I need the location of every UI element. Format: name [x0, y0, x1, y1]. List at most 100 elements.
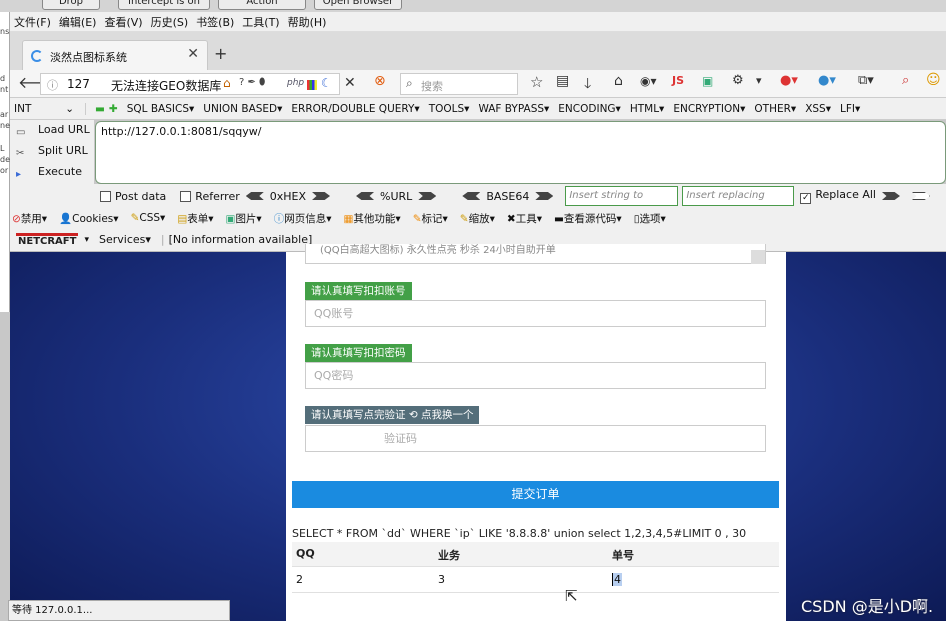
- submit-order-button[interactable]: 提交订单: [292, 481, 779, 508]
- captcha-input[interactable]: 验证码: [305, 425, 766, 452]
- plus-icon[interactable]: ✚: [109, 103, 118, 115]
- addon-stop-icon[interactable]: ⊗: [374, 73, 386, 89]
- info-label: 网页信息▾: [284, 212, 332, 225]
- minus-icon[interactable]: ▬: [95, 103, 105, 115]
- browser-tab[interactable]: 淡然点图标系统 ✕: [22, 40, 208, 70]
- menu-tools[interactable]: 工具(T): [238, 14, 283, 30]
- tools-icon: ✖: [506, 212, 516, 225]
- screenshot-icon[interactable]: ⧉▾: [858, 73, 874, 88]
- menu-other[interactable]: OTHER▾: [754, 103, 796, 115]
- menu-view[interactable]: 查看(V): [100, 14, 146, 30]
- tools-menu[interactable]: ✖工具▾: [507, 211, 548, 226]
- hackbar-url-textarea[interactable]: http://127.0.0.1:8081/sqqyw/: [95, 121, 946, 184]
- menu-union-based[interactable]: UNION BASED▾: [203, 103, 282, 115]
- replace-arrow-2-icon[interactable]: [911, 192, 930, 200]
- netcraft-logo[interactable]: NETCRAFT: [16, 232, 79, 247]
- open-browser-button[interactable]: Open Browser: [314, 0, 402, 10]
- replace-all-checkbox[interactable]: ✓ Replace All: [800, 188, 876, 204]
- hex-encode-arrow-icon[interactable]: [312, 192, 331, 200]
- menu-xss[interactable]: XSS▾: [805, 103, 831, 115]
- disable-menu[interactable]: ⊘禁用▾: [12, 211, 53, 226]
- split-url-button[interactable]: ✂ Split URL: [16, 144, 88, 160]
- action-button[interactable]: Action: [218, 0, 306, 10]
- header-order-number: 单号: [612, 549, 634, 562]
- resize-menu[interactable]: ✎缩放▾: [460, 211, 501, 226]
- menu-tools-hb[interactable]: TOOLS▾: [429, 103, 470, 115]
- addon-globe-icon[interactable]: ◉▾: [640, 74, 657, 88]
- load-url-button[interactable]: ▭ Load URL: [16, 123, 90, 139]
- hex-label: 0xHEX: [269, 189, 307, 203]
- outline-menu[interactable]: ✎标记▾: [413, 211, 454, 226]
- qq-input[interactable]: QQ账号: [305, 300, 766, 327]
- download-icon[interactable]: 🡓: [584, 73, 591, 97]
- menu-encoding[interactable]: ENCODING▾: [558, 103, 621, 115]
- bookmark-star-icon[interactable]: ☆: [530, 73, 543, 91]
- menu-error-double-query[interactable]: ERROR/DOUBLE QUERY▾: [291, 103, 419, 115]
- menu-html[interactable]: HTML▾: [630, 103, 665, 115]
- result-table-header: QQ 业务 单号: [292, 542, 779, 567]
- zoom-icon[interactable]: ⌕: [902, 73, 909, 88]
- menu-bar: 文件(F) 编辑(E) 查看(V) 历史(S) 书签(B) 工具(T) 帮助(H…: [10, 12, 946, 32]
- menu-sql-basics[interactable]: SQL BASICS▾: [127, 103, 195, 115]
- gear-icon[interactable]: ⚙: [732, 73, 744, 88]
- search-input[interactable]: ⌕ 搜索: [400, 73, 518, 95]
- password-input[interactable]: QQ密码: [305, 362, 766, 389]
- stop-icon[interactable]: ✕: [344, 75, 356, 91]
- image-addon-icon[interactable]: ▣: [702, 74, 713, 88]
- menu-edit[interactable]: 编辑(E): [55, 14, 101, 30]
- face-icon[interactable]: ☺: [926, 72, 941, 88]
- cookies-menu[interactable]: 👤Cookies▾: [59, 212, 124, 225]
- base64-encode-arrow-icon[interactable]: [535, 192, 554, 200]
- drop-button[interactable]: Drop: [42, 0, 100, 10]
- load-url-icon: ▭: [16, 127, 26, 138]
- css-menu[interactable]: ✎CSS▾: [131, 212, 172, 224]
- replacing-string-input[interactable]: Insert replacing string: [682, 186, 795, 219]
- execute-button[interactable]: ▸ Execute: [16, 165, 82, 181]
- service-select[interactable]: (QQ白高超大图标) 永久性点亮 秒杀 24小时自助开单: [305, 244, 766, 264]
- post-data-checkbox[interactable]: Post data: [100, 190, 166, 203]
- close-tab-icon[interactable]: ✕: [187, 46, 199, 62]
- type-select-value: INT: [14, 102, 32, 115]
- hackbar-options: Post data Referrer 0xHEX %URL BASE64 Ins…: [10, 184, 946, 219]
- menu-lfi[interactable]: LFI▾: [840, 103, 860, 115]
- search-placeholder: 搜索: [421, 80, 443, 93]
- misc-menu[interactable]: ▦其他功能▾: [344, 211, 407, 226]
- misc-icon: ▦: [343, 212, 354, 225]
- divider: |: [160, 233, 165, 246]
- new-tab-icon[interactable]: +: [214, 44, 227, 63]
- view-source-menu[interactable]: ▬查看源代码▾: [554, 211, 628, 226]
- reader-icon[interactable]: ▤: [556, 73, 569, 89]
- services-menu[interactable]: Services▾: [99, 233, 151, 246]
- menu-file[interactable]: 文件(F): [10, 14, 55, 30]
- menu-bookmarks[interactable]: 书签(B): [192, 14, 238, 30]
- menu-encryption[interactable]: ENCRYPTION▾: [673, 103, 745, 115]
- address-bar[interactable]: ⓘ 127 无法连接GEO数据库 ⌂ ? ✒ ⬮ php ☾: [40, 73, 340, 95]
- captcha-label[interactable]: 请认真填写点完验证 ⟲ 点我换一个: [305, 406, 480, 424]
- insert-string-input[interactable]: Insert string to replace: [565, 186, 679, 219]
- images-menu[interactable]: ▣图片▾: [226, 211, 268, 226]
- replace-arrow-icon[interactable]: [881, 192, 900, 200]
- home-button-icon[interactable]: ⌂: [614, 73, 623, 89]
- chevron-down-icon[interactable]: ▾: [84, 235, 89, 245]
- url-decode-arrow-icon[interactable]: [356, 192, 375, 200]
- menu-history[interactable]: 历史(S): [147, 14, 193, 30]
- info-menu[interactable]: ⓘ网页信息▾: [274, 211, 338, 226]
- info-icon[interactable]: ⓘ: [47, 77, 58, 93]
- options-menu[interactable]: ▯选项▾: [634, 211, 672, 226]
- addon-red-icon[interactable]: ●▾: [780, 73, 798, 88]
- netcraft-info: [No information available]: [168, 233, 313, 246]
- type-select[interactable]: INT ⌄: [14, 102, 86, 115]
- source-icon: ▬: [553, 212, 564, 225]
- url-encode-arrow-icon[interactable]: [418, 192, 437, 200]
- addon-blue-icon[interactable]: ●▾: [818, 73, 836, 88]
- menu-more-icon[interactable]: ▾: [756, 74, 762, 87]
- options-label: 选项▾: [639, 212, 666, 225]
- js-icon[interactable]: JS: [672, 74, 684, 87]
- menu-waf-bypass[interactable]: WAF BYPASS▾: [478, 103, 549, 115]
- forms-menu[interactable]: ▤表单▾: [177, 211, 219, 226]
- hex-decode-arrow-icon[interactable]: [245, 192, 264, 200]
- base64-decode-arrow-icon[interactable]: [462, 192, 481, 200]
- referrer-checkbox[interactable]: Referrer: [180, 190, 240, 203]
- menu-help[interactable]: 帮助(H): [284, 14, 331, 30]
- intercept-button[interactable]: Intercept is on: [118, 0, 210, 10]
